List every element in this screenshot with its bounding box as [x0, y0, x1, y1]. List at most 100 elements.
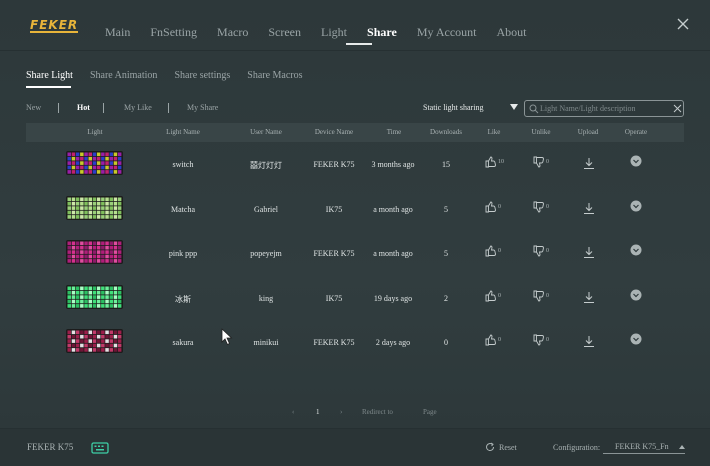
nav-light[interactable]: Light — [321, 25, 347, 40]
prev-page-button[interactable]: ‹ — [292, 408, 294, 416]
current-page[interactable]: 1 — [316, 408, 320, 416]
device-name-cell: FEKER K75 — [313, 249, 355, 258]
like-button[interactable]: 10 — [485, 156, 504, 168]
filter-my-like[interactable]: My Like — [124, 103, 152, 112]
table-row: sakura minikui FEKER K75 2 days ago 0 0 0 — [26, 320, 684, 365]
unlike-count: 0 — [546, 337, 549, 343]
redirect-label: Redirect to — [362, 408, 393, 416]
filter-new[interactable]: New — [26, 103, 41, 112]
light-name: pink ppp — [168, 249, 198, 258]
chevron-down-icon[interactable] — [630, 289, 642, 301]
table-body: switch 囍灯灯灯 FEKER K75 3 months ago 15 10 0 Matc… — [26, 142, 684, 365]
light-preview-image[interactable] — [66, 151, 123, 175]
nav-macro[interactable]: Macro — [217, 25, 248, 40]
light-preview-image[interactable] — [66, 195, 123, 220]
download-icon[interactable] — [583, 335, 595, 348]
unlike-button[interactable]: 0 — [533, 245, 549, 257]
configuration-label: Configuration: — [553, 443, 601, 452]
like-count: 10 — [498, 159, 504, 165]
like-button[interactable]: 0 — [485, 334, 501, 346]
header-user-name: User Name — [250, 128, 282, 136]
time-cell: 3 months ago — [371, 160, 415, 169]
tab-share-light[interactable]: Share Light — [26, 70, 73, 81]
brand-logo: FEKER — [30, 18, 79, 33]
like-button[interactable]: 0 — [485, 290, 501, 302]
device-name-cell: FEKER K75 — [313, 160, 355, 169]
filter-my-share[interactable]: My Share — [187, 103, 218, 112]
header-device-name: Device Name — [314, 128, 354, 136]
sharing-type-select[interactable]: Static light sharing — [423, 103, 518, 115]
keyboard-icon[interactable] — [91, 441, 109, 455]
filter-divider — [168, 103, 169, 113]
nav-screen[interactable]: Screen — [268, 25, 301, 40]
nav-share[interactable]: Share — [367, 25, 397, 40]
thumbs-down-icon — [533, 334, 544, 346]
light-preview-image[interactable] — [66, 329, 123, 353]
download-icon[interactable] — [583, 291, 595, 304]
nav-my-account[interactable]: My Account — [417, 25, 477, 40]
light-name: switch — [172, 160, 194, 169]
like-count: 0 — [498, 203, 501, 210]
close-button[interactable] — [674, 15, 692, 33]
header-upload: Upload — [577, 128, 599, 136]
light-preview-image[interactable] — [66, 240, 123, 264]
thumbs-up-icon — [485, 201, 496, 212]
tab-share-settings[interactable]: Share settings — [174, 70, 230, 81]
unlike-button[interactable]: 0 — [533, 201, 549, 213]
user-name: 囍灯灯灯 — [250, 161, 282, 170]
downloads-count: 5 — [444, 249, 448, 258]
header-light-name: Light Name — [166, 128, 200, 136]
download-icon[interactable] — [583, 202, 595, 215]
time-cell: 19 days ago — [373, 293, 413, 303]
next-page-button[interactable]: › — [340, 408, 342, 416]
chevron-down-icon[interactable] — [630, 333, 642, 345]
nav-main[interactable]: Main — [105, 25, 130, 40]
unlike-button[interactable]: 0 — [533, 334, 549, 346]
like-button[interactable]: 0 — [485, 245, 501, 257]
like-count: 0 — [498, 248, 501, 254]
table-header: Light Light Name User Name Device Name T… — [26, 123, 684, 142]
device-name-cell: IK75 — [325, 293, 343, 303]
user-name: popeyejm — [250, 249, 282, 258]
caret-down-icon — [510, 104, 518, 110]
unlike-button[interactable]: 0 — [533, 156, 549, 168]
configuration-select[interactable]: FEKER K75_Fn — [603, 442, 685, 454]
search-input[interactable] — [540, 102, 668, 115]
thumbs-up-icon — [485, 290, 496, 301]
time-cell: 2 days ago — [375, 338, 411, 347]
clear-icon[interactable] — [673, 104, 682, 113]
divider — [0, 50, 710, 51]
reset-button[interactable]: Reset — [485, 442, 517, 452]
user-name: Gabriel — [254, 204, 278, 214]
chevron-down-icon[interactable] — [630, 244, 642, 256]
filter-divider — [58, 103, 59, 113]
filter-hot[interactable]: Hot — [77, 103, 90, 112]
tab-share-macros[interactable]: Share Macros — [247, 70, 302, 81]
nav-about[interactable]: About — [496, 25, 526, 40]
unlike-count: 0 — [546, 248, 549, 254]
configuration-value: FEKER K75_Fn — [615, 442, 669, 451]
table-row: Matcha Gabriel IK75 a month ago 5 0 0 — [26, 187, 684, 232]
header-time: Time — [386, 128, 402, 136]
chevron-down-icon[interactable] — [630, 200, 642, 212]
thumbs-down-icon — [533, 156, 544, 168]
time-cell: a month ago — [373, 204, 413, 214]
unlike-count: 0 — [546, 203, 549, 210]
header-unlike: Unlike — [531, 128, 551, 136]
tab-share-animation[interactable]: Share Animation — [90, 70, 158, 81]
chevron-down-icon[interactable] — [630, 155, 642, 167]
unlike-button[interactable]: 0 — [533, 290, 549, 302]
table-row: 冰斯 king IK75 19 days ago 2 0 0 — [26, 276, 684, 321]
reset-label: Reset — [499, 442, 517, 452]
nav-fnsetting[interactable]: FnSetting — [150, 25, 197, 40]
download-icon[interactable] — [583, 157, 595, 170]
light-name: sakura — [172, 338, 194, 347]
light-preview-image[interactable] — [66, 284, 123, 309]
top-bar: FEKER Main FnSetting Macro Screen Light … — [0, 0, 710, 52]
download-icon[interactable] — [583, 246, 595, 259]
table-row: switch 囍灯灯灯 FEKER K75 3 months ago 15 10 0 — [26, 142, 684, 187]
device-name-cell: IK75 — [325, 204, 343, 214]
share-subtabs: Share Light Share Animation Share settin… — [26, 70, 320, 81]
device-name: FEKER K75 — [27, 442, 74, 452]
like-button[interactable]: 0 — [485, 201, 501, 213]
